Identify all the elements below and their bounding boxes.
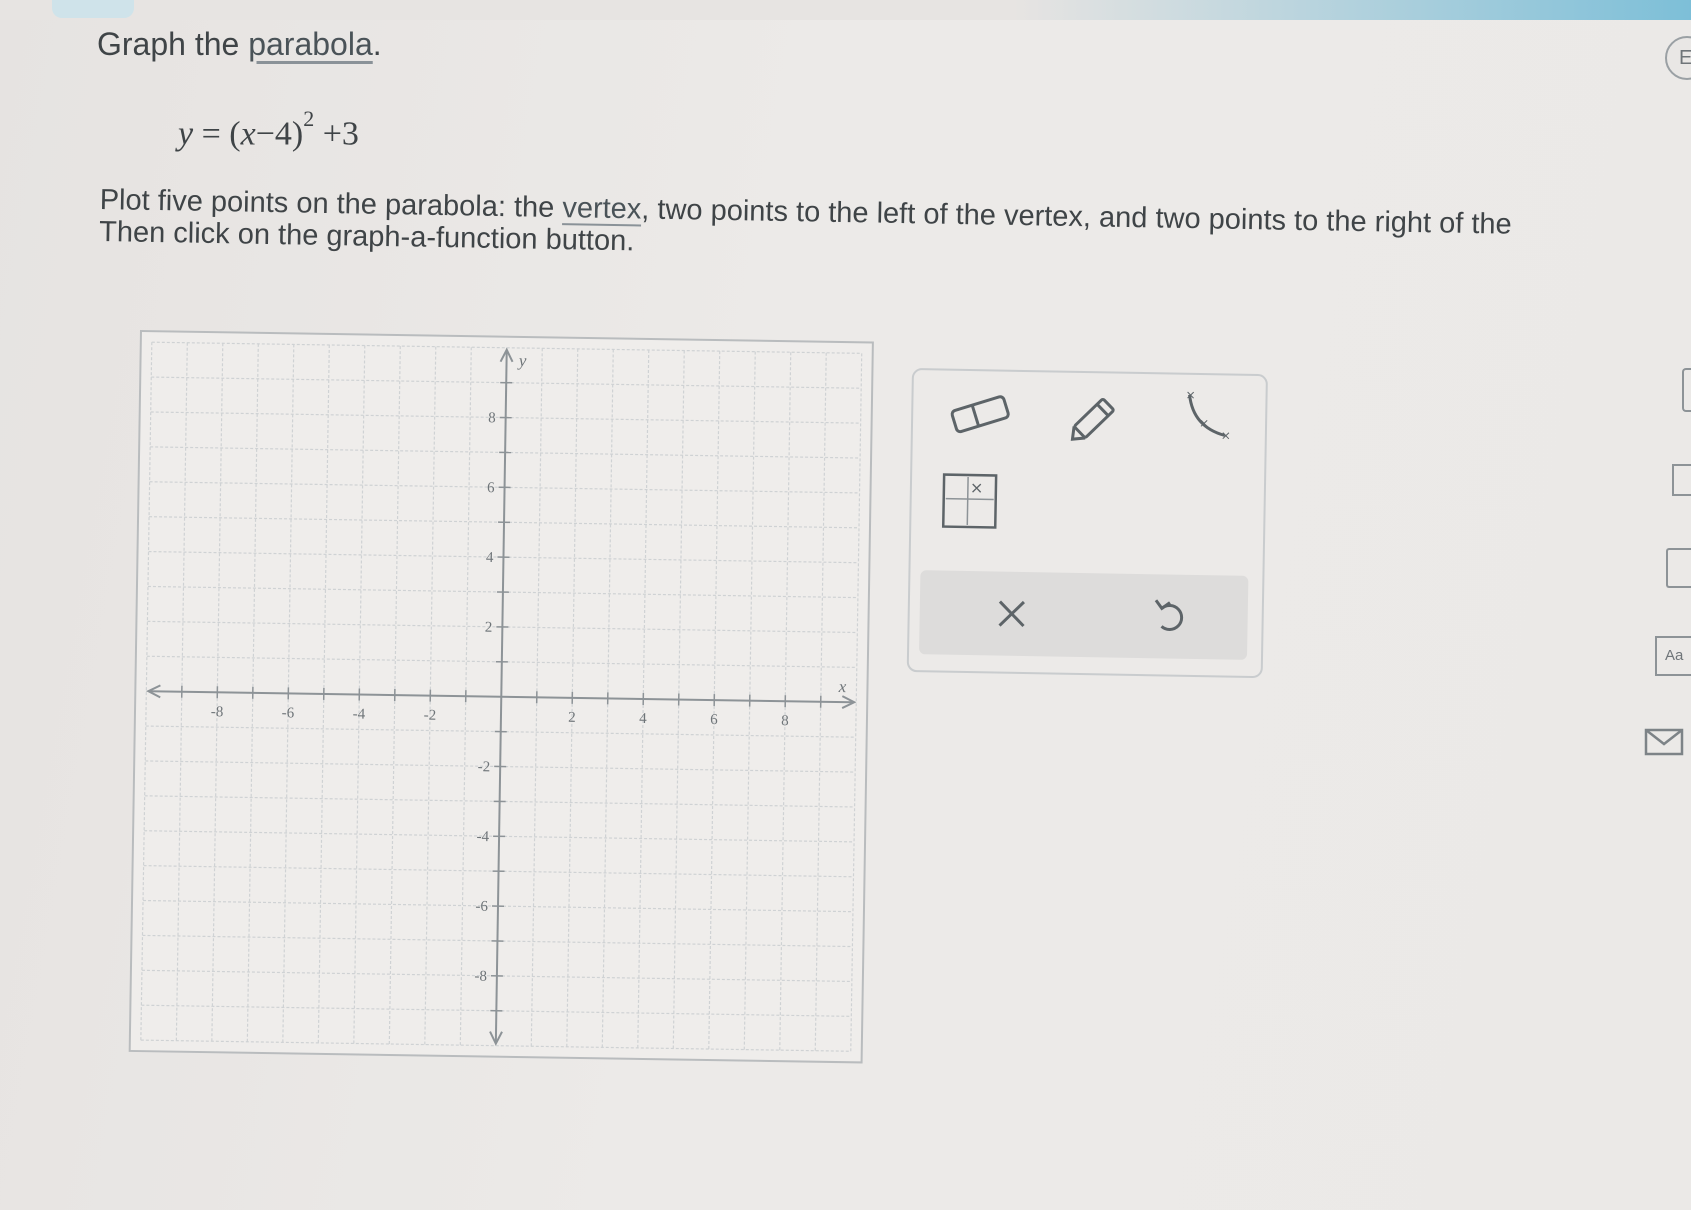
- y-tick-label: -2: [478, 759, 491, 775]
- pencil-icon: [1070, 397, 1115, 441]
- parabola-link[interactable]: parabola: [248, 26, 373, 62]
- x-tick-label: -4: [353, 706, 366, 722]
- equation-k: 3: [341, 115, 359, 153]
- graph-panel[interactable]: -8 -6 -4 -2 2 4 6 8 8 6 4 2 -2 -4 -6 -8 x y: [128, 330, 874, 1064]
- title-prefix: Graph the: [97, 26, 249, 62]
- equation-minus: −: [255, 115, 275, 153]
- y-tick-label: 2: [485, 620, 493, 636]
- y-tick-label: -4: [476, 829, 489, 845]
- svg-text:×: ×: [1221, 428, 1231, 442]
- y-tick-label: -6: [475, 899, 488, 915]
- function-grid-tool-button[interactable]: ×: [937, 468, 1004, 535]
- equation-exponent: 2: [303, 106, 315, 131]
- y-axis-label: y: [517, 351, 527, 370]
- action-bar: [919, 570, 1249, 660]
- x-tick-label: 2: [568, 710, 576, 726]
- eraser-icon: [950, 395, 1010, 434]
- title-suffix: .: [372, 26, 382, 62]
- equation-paren-close: ): [291, 115, 304, 153]
- side-panel-icon[interactable]: [1682, 368, 1691, 412]
- x-tick-label: -2: [424, 708, 437, 724]
- svg-text:×: ×: [970, 478, 984, 497]
- graph-function-tool-button[interactable]: × × ×: [1175, 385, 1242, 452]
- equation: y = (x−4)2 +3: [178, 106, 359, 153]
- coordinate-grid[interactable]: -8 -6 -4 -2 2 4 6 8 8 6 4 2 -2 -4 -6 -8 x y: [131, 332, 872, 1061]
- eraser-tool-button[interactable]: [947, 381, 1014, 448]
- x-tick-label: 4: [639, 711, 647, 727]
- x-axis-label: x: [838, 677, 847, 696]
- graph-function-icon: × × ×: [1185, 388, 1231, 443]
- undo-icon: [1154, 599, 1184, 632]
- side-top-button[interactable]: E: [1665, 36, 1691, 80]
- textbook-icon[interactable]: [1672, 464, 1691, 496]
- function-grid-icon: ×: [941, 473, 998, 529]
- svg-text:×: ×: [1199, 416, 1209, 430]
- svg-text:×: ×: [1185, 388, 1195, 402]
- x-tick-label: -8: [211, 704, 224, 720]
- tool-panel: × × × ×: [906, 368, 1268, 679]
- equation-paren-open: (: [229, 115, 241, 153]
- top-tab[interactable]: [52, 0, 134, 18]
- pencil-tool-button[interactable]: [1063, 383, 1130, 450]
- clear-button[interactable]: [981, 583, 1042, 644]
- x-tick-label: -6: [282, 705, 295, 721]
- x-tick-label: 6: [710, 712, 718, 728]
- top-bar: [0, 0, 1691, 20]
- glossary-button[interactable]: Aa: [1655, 636, 1691, 676]
- calculator-icon[interactable]: [1666, 548, 1691, 588]
- undo-button[interactable]: [1139, 586, 1200, 647]
- equation-equals: =: [201, 115, 221, 153]
- y-tick-label: 8: [488, 410, 496, 426]
- y-tick-label: -8: [474, 969, 487, 985]
- x-tick-label: 8: [781, 713, 789, 729]
- equation-lhs: y: [178, 115, 194, 153]
- close-icon: [998, 600, 1025, 628]
- y-tick-label: 4: [486, 550, 494, 566]
- problem-title: Graph the parabola.: [97, 26, 382, 63]
- y-tick-label: 6: [487, 480, 495, 496]
- mail-icon[interactable]: [1644, 728, 1684, 763]
- vertex-link[interactable]: vertex: [562, 192, 642, 225]
- equation-var: x: [240, 115, 256, 153]
- equation-h: 4: [274, 115, 292, 153]
- app-window: Graph the parabola. y = (x−4)2 +3 Plot f…: [0, 0, 1691, 1210]
- equation-plus: +: [322, 115, 342, 153]
- instructions: Plot five points on the parabola: the ve…: [99, 184, 1691, 276]
